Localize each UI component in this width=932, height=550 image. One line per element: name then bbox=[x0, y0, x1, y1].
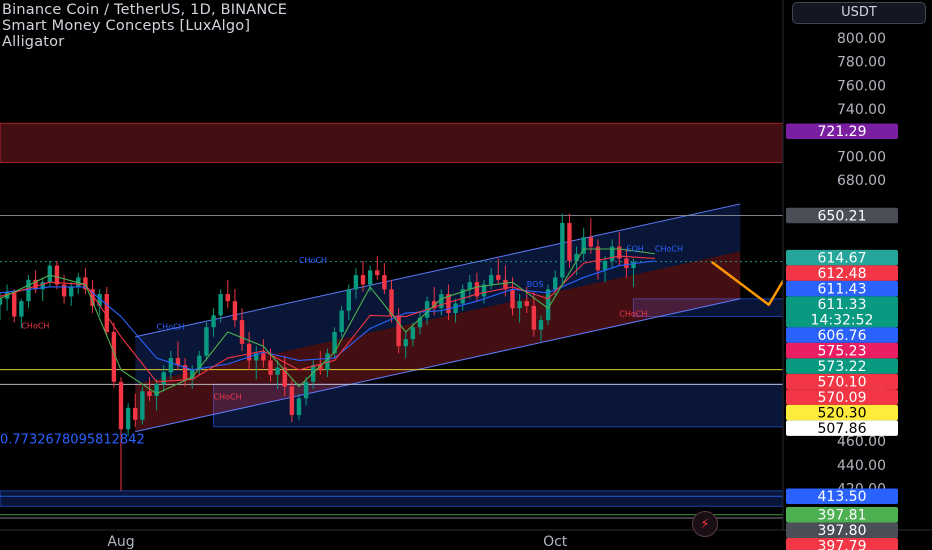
candle-body-62 bbox=[439, 294, 444, 309]
lightning-icon[interactable]: ⚡ bbox=[692, 511, 718, 537]
candle-body-20 bbox=[140, 391, 145, 420]
annotation-label-7: CHoCH bbox=[655, 244, 683, 253]
price-label-12: 507.86 bbox=[818, 421, 867, 437]
price-label-sub-5: 14:32:52 bbox=[811, 312, 874, 328]
candle-body-51 bbox=[360, 275, 366, 285]
candle-body-7 bbox=[47, 265, 53, 283]
candle-body-89 bbox=[631, 262, 636, 268]
candle-body-79 bbox=[560, 222, 565, 278]
candle-body-85 bbox=[602, 260, 608, 271]
price-label-2: 614.67 bbox=[818, 250, 867, 266]
price-label-1: 650.21 bbox=[818, 208, 867, 224]
candle-body-32 bbox=[225, 294, 230, 302]
candle-body-70 bbox=[496, 275, 501, 280]
candle-body-37 bbox=[261, 353, 266, 361]
price-label-11: 520.30 bbox=[818, 405, 867, 421]
candle-body-30 bbox=[211, 315, 216, 328]
annotation-label-2: CHoCH bbox=[157, 323, 185, 332]
price-label-0: 721.29 bbox=[818, 124, 867, 140]
candle-body-53 bbox=[375, 270, 380, 276]
candle-body-58 bbox=[410, 327, 416, 340]
annotation-label-5: BOS bbox=[527, 280, 544, 289]
annotation-label-4: CHoCH bbox=[299, 256, 327, 265]
annotation-label-8: CHoCH bbox=[619, 310, 647, 319]
x-tick-label-1: Oct bbox=[543, 534, 568, 550]
candle-body-29 bbox=[204, 327, 209, 356]
candle-body-84 bbox=[595, 246, 601, 271]
candle-body-10 bbox=[68, 286, 74, 297]
candle-body-18 bbox=[125, 407, 131, 430]
zone-box-3 bbox=[0, 490, 784, 507]
candle-body-76 bbox=[538, 320, 544, 330]
candle-body-57 bbox=[403, 339, 408, 347]
candle-body-54 bbox=[382, 275, 387, 290]
candle-body-69 bbox=[488, 275, 494, 285]
symbol-title: Binance Coin / TetherUS, 1D, BINANCE bbox=[2, 2, 288, 18]
candle-body-2 bbox=[12, 291, 17, 317]
candle-body-39 bbox=[275, 367, 280, 375]
candle-body-0 bbox=[0, 298, 3, 305]
price-chart[interactable]: 0.7732678095812842 CHoCH CHoCH CHoCH CHoCH BO… bbox=[0, 0, 932, 550]
y-tick-label-6: 680.00 bbox=[837, 173, 886, 189]
chart-legend: Binance Coin / TetherUS, 1D, BINANCE Sma… bbox=[2, 2, 287, 50]
annotation-label-3: CHoCH bbox=[214, 393, 242, 402]
candle-body-78 bbox=[553, 277, 558, 290]
indicator-alligator: Alligator bbox=[2, 34, 65, 50]
candle-body-72 bbox=[510, 289, 515, 309]
candle-body-43 bbox=[303, 381, 309, 399]
x-tick-label-0: Aug bbox=[107, 534, 134, 550]
candle-body-8 bbox=[54, 265, 60, 285]
zone-box-0 bbox=[0, 122, 784, 163]
y-tick-label-3: 760.00 bbox=[837, 78, 886, 94]
annotation-label-1: CHoCH bbox=[21, 321, 49, 330]
price-label-15: 397.80 bbox=[818, 523, 867, 539]
candle-body-64 bbox=[453, 303, 458, 314]
candle-body-73 bbox=[517, 301, 522, 309]
y-tick-label-2: 780.00 bbox=[837, 55, 886, 71]
candle-body-50 bbox=[353, 275, 359, 290]
candle-body-80 bbox=[567, 222, 572, 261]
price-label-13: 413.50 bbox=[818, 489, 867, 505]
candle-body-4 bbox=[26, 279, 31, 302]
candle-body-41 bbox=[289, 386, 295, 415]
y-tick-label-1: 800.00 bbox=[837, 31, 886, 47]
candle-body-3 bbox=[19, 301, 24, 317]
annotation-label-0: 0.7732678095812842 bbox=[0, 432, 145, 447]
price-label-16: 397.79 bbox=[818, 539, 867, 550]
candle-body-88 bbox=[624, 258, 629, 268]
candle-body-75 bbox=[531, 305, 537, 330]
currency-selector[interactable]: USDT bbox=[792, 2, 926, 24]
candle-body-9 bbox=[61, 284, 67, 297]
price-label-3: 612.48 bbox=[818, 266, 867, 282]
candle-body-33 bbox=[232, 301, 238, 321]
candle-body-23 bbox=[161, 372, 166, 385]
annotation-label-6: EQH bbox=[626, 244, 643, 253]
candle-body-19 bbox=[133, 407, 138, 420]
price-label-10: 570.09 bbox=[818, 390, 867, 406]
candle-body-34 bbox=[239, 320, 245, 344]
candle-body-38 bbox=[268, 360, 273, 375]
candle-body-83 bbox=[588, 237, 594, 247]
y-tick-label-4: 740.00 bbox=[837, 102, 886, 118]
candle-body-49 bbox=[346, 289, 351, 311]
candle-body-24 bbox=[168, 358, 174, 373]
candle-body-52 bbox=[367, 270, 373, 285]
candle-body-74 bbox=[524, 301, 529, 306]
price-label-8: 573.22 bbox=[818, 359, 867, 375]
candle-body-17 bbox=[118, 381, 124, 430]
candle-body-56 bbox=[396, 315, 401, 347]
candle-body-48 bbox=[339, 310, 344, 332]
price-label-14: 397.81 bbox=[818, 508, 867, 524]
price-label-7: 575.23 bbox=[818, 343, 867, 359]
indicator-smc: Smart Money Concepts [LuxAlgo] bbox=[2, 18, 251, 34]
candle-body-42 bbox=[296, 398, 302, 415]
price-label-9: 570.10 bbox=[818, 374, 867, 390]
y-tick-label-5: 700.00 bbox=[837, 150, 886, 166]
candle-body-21 bbox=[147, 391, 152, 397]
price-label-4: 611.43 bbox=[818, 281, 867, 297]
y-tick-label-10: 440.00 bbox=[837, 458, 886, 474]
candle-body-31 bbox=[218, 294, 223, 316]
price-label-5: 611.33 bbox=[818, 297, 867, 313]
price-label-6: 606.76 bbox=[818, 328, 867, 344]
